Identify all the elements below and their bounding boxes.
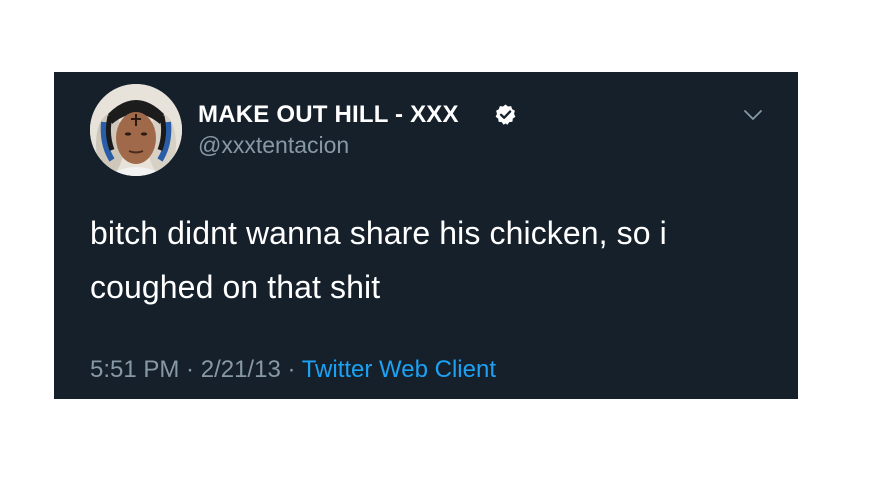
- tweet-metadata: 5:51 PM · 2/21/13 · Twitter Web Client: [90, 356, 496, 384]
- tweet-source-link[interactable]: Twitter Web Client: [302, 356, 496, 383]
- tweet-text-line-2: coughed on that shit: [90, 269, 381, 305]
- display-name[interactable]: MAKE OUT HILL - XXX: [198, 101, 459, 129]
- tweet-text-line-1: bitch didnt wanna share his chicken, so …: [90, 215, 667, 251]
- verified-badge-icon: [495, 104, 516, 125]
- separator: ·: [179, 356, 201, 383]
- tweet-card: MAKE OUT HILL - XXX @xxxtentacion bitch …: [54, 72, 798, 399]
- separator: ·: [280, 356, 302, 383]
- tweet-text: bitch didnt wanna share his chicken, so …: [90, 206, 780, 314]
- user-handle[interactable]: @xxxtentacion: [198, 132, 349, 159]
- avatar[interactable]: [90, 84, 182, 176]
- avatar-photo: [90, 84, 182, 176]
- chevron-down-icon[interactable]: [740, 102, 766, 128]
- tweet-time[interactable]: 5:51 PM: [90, 356, 179, 383]
- tweet-date[interactable]: 2/21/13: [201, 356, 281, 383]
